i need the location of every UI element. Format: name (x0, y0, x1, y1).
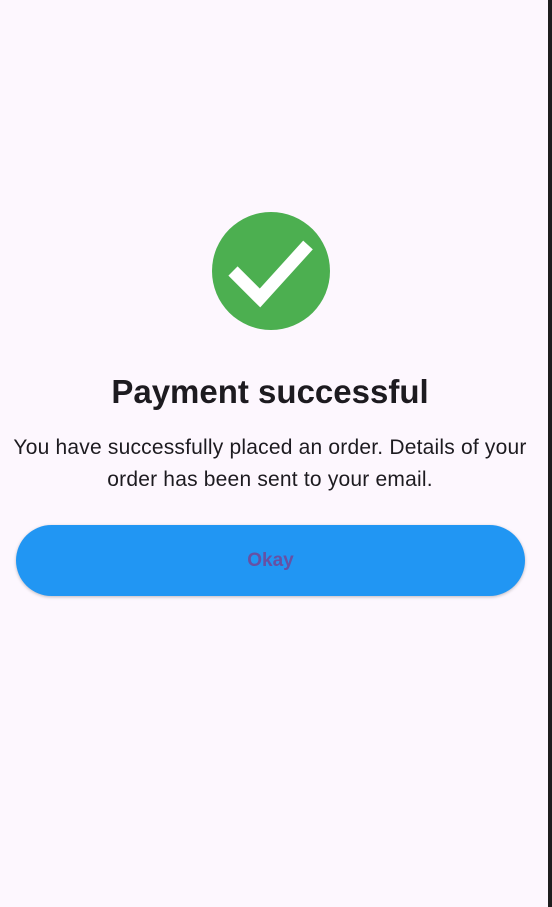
success-message: You have successfully placed an order. D… (13, 436, 527, 491)
okay-button-label: Okay (247, 550, 294, 571)
success-badge (212, 212, 330, 330)
check-icon (228, 240, 313, 308)
page-title: Payment successful (111, 373, 429, 410)
payment-success-screen: Payment successful You have successfully… (0, 0, 548, 907)
okay-button[interactable]: Okay (16, 525, 525, 596)
screen-edge (548, 0, 552, 907)
